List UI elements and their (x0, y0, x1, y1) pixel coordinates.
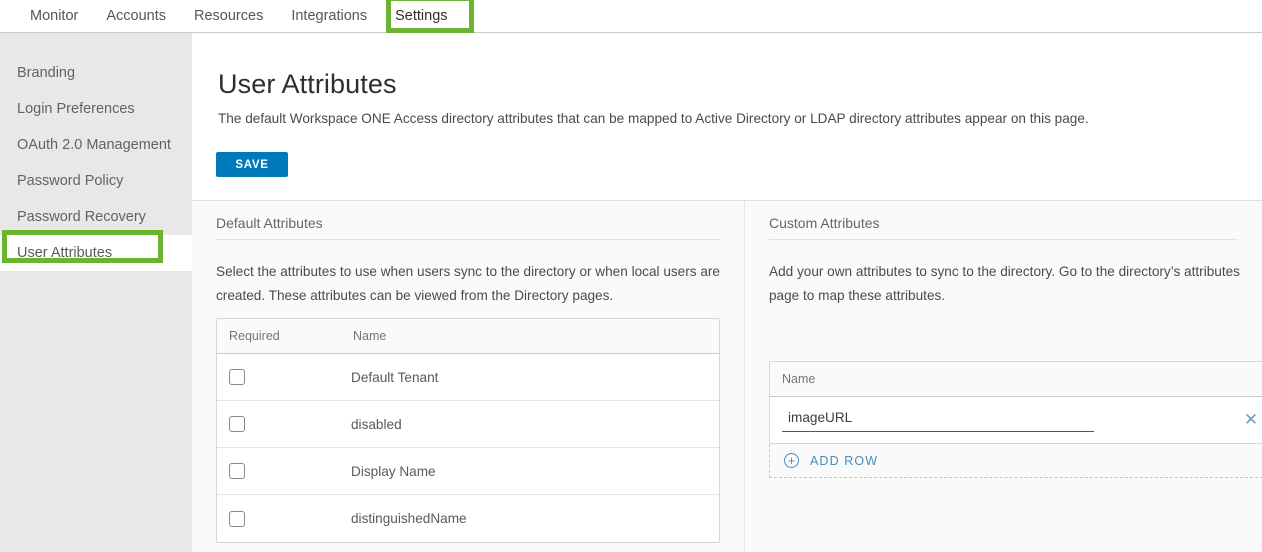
tab-resources[interactable]: Resources (180, 0, 277, 32)
default-attributes-table: Required Name Default Tenant disabled Di… (216, 318, 720, 543)
settings-sidebar: Branding Login Preferences OAuth 2.0 Man… (0, 33, 192, 552)
attribute-name: distinguishedName (351, 511, 467, 526)
page-title: User Attributes (218, 69, 397, 99)
sidebar-item-oauth-management[interactable]: OAuth 2.0 Management (0, 127, 192, 163)
custom-attribute-name-input[interactable] (782, 408, 1094, 432)
column-header-name: Name (782, 372, 816, 386)
checkbox-default-tenant[interactable] (229, 369, 245, 385)
table-header-row: Name (770, 362, 1262, 397)
main-content: User Attributes The default Workspace ON… (192, 33, 1262, 552)
table-row[interactable]: Default Tenant (217, 354, 719, 401)
sidebar-item-user-attributes[interactable]: User Attributes (0, 235, 192, 271)
save-button[interactable]: SAVE (216, 152, 288, 177)
attribute-name: Display Name (351, 463, 436, 479)
custom-attributes-description: Add your own attributes to sync to the d… (769, 264, 1240, 303)
default-attributes-description: Select the attributes to use when users … (216, 264, 720, 303)
sidebar-item-branding[interactable]: Branding (0, 55, 192, 91)
column-header-name: Name (353, 329, 387, 343)
attributes-panels: Default Attributes Select the attributes… (192, 200, 1262, 552)
top-navigation-bar: Monitor Accounts Resources Integrations … (0, 0, 1262, 33)
app-root: Monitor Accounts Resources Integrations … (0, 0, 1262, 552)
custom-attributes-table: Name ✕ (769, 361, 1262, 444)
checkbox-disabled[interactable] (229, 416, 245, 432)
tab-monitor[interactable]: Monitor (16, 0, 92, 32)
required-cell (217, 463, 351, 479)
required-cell (217, 369, 351, 385)
attribute-name: disabled (351, 416, 402, 432)
plus-circle-icon: + (784, 453, 799, 468)
close-icon[interactable]: ✕ (1242, 411, 1260, 429)
sidebar-item-password-recovery[interactable]: Password Recovery (0, 199, 192, 235)
sidebar-item-password-policy[interactable]: Password Policy (0, 163, 192, 199)
add-row-button[interactable]: + ADD ROW (769, 444, 1262, 478)
custom-attributes-heading: Custom Attributes (769, 201, 1238, 240)
required-cell (217, 510, 351, 527)
required-cell (217, 416, 351, 432)
column-header-required: Required (229, 329, 280, 343)
add-row-label: ADD ROW (810, 453, 879, 468)
table-header-row: Required Name (217, 319, 719, 354)
tab-settings[interactable]: Settings (381, 0, 461, 32)
tab-accounts[interactable]: Accounts (92, 0, 180, 32)
custom-attribute-row: ✕ (770, 397, 1262, 443)
page-description: The default Workspace ONE Access directo… (218, 111, 1089, 126)
default-attributes-panel: Default Attributes Select the attributes… (192, 201, 744, 552)
table-row[interactable]: disabled (217, 401, 719, 448)
table-row[interactable]: distinguishedName (217, 495, 719, 542)
custom-attributes-panel: Custom Attributes Add your own attribute… (744, 201, 1262, 552)
default-attributes-heading: Default Attributes (216, 201, 720, 240)
attribute-name: Default Tenant (351, 369, 439, 385)
table-row[interactable]: Display Name (217, 448, 719, 495)
tab-integrations[interactable]: Integrations (277, 0, 381, 32)
checkbox-display-name[interactable] (229, 463, 245, 479)
checkbox-distinguished-name[interactable] (229, 510, 245, 527)
sidebar-item-login-preferences[interactable]: Login Preferences (0, 91, 192, 127)
